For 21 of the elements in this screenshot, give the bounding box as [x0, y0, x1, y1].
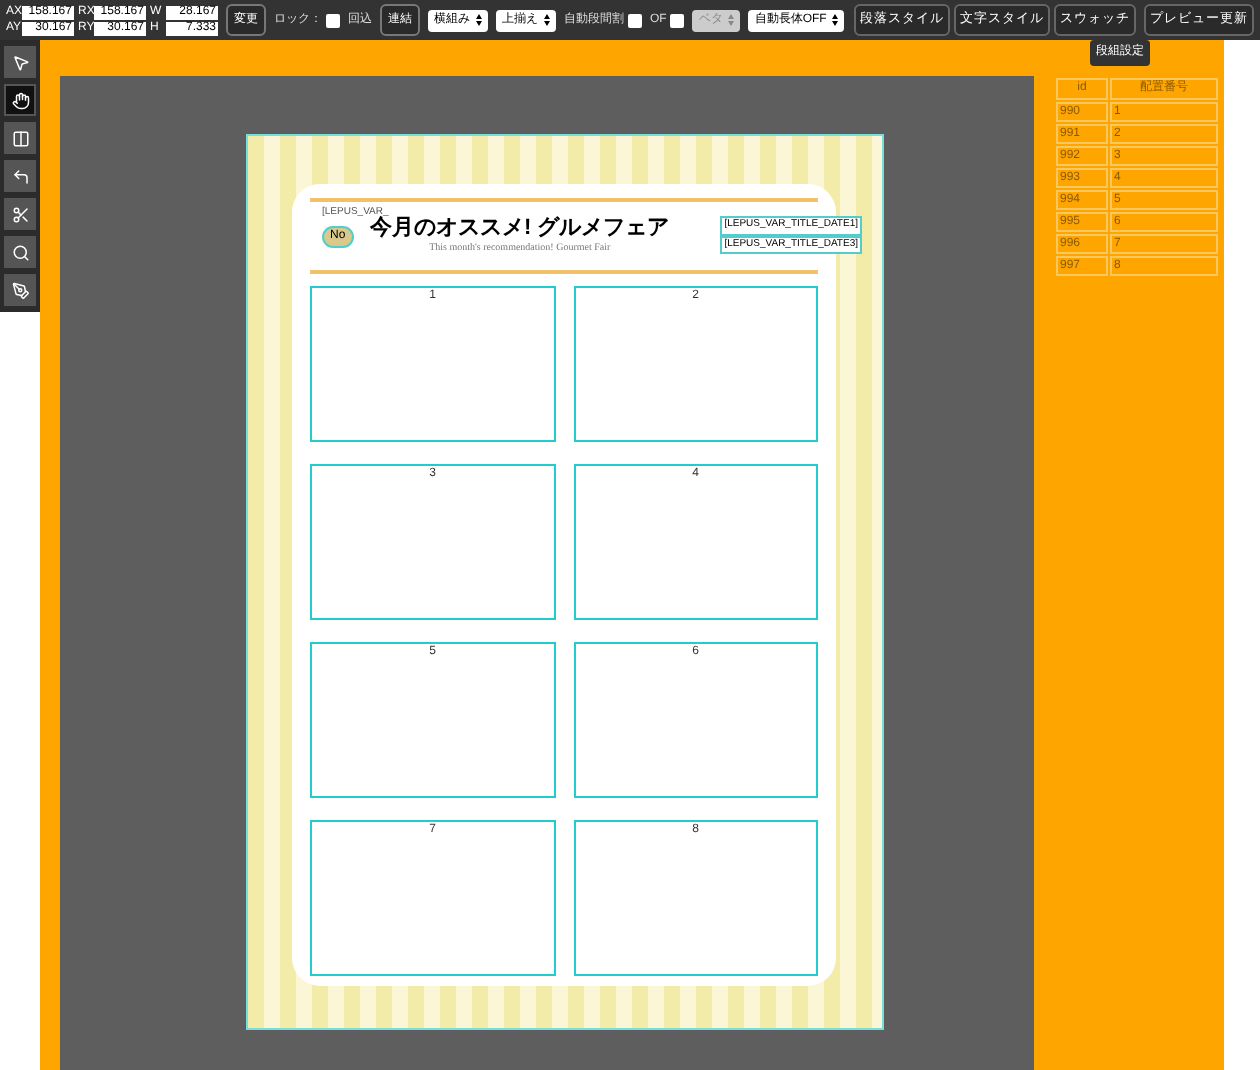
tool-button[interactable]	[4, 46, 36, 78]
checkbox[interactable]	[326, 13, 340, 27]
tool-button[interactable]	[4, 122, 36, 154]
tool-button[interactable]	[4, 160, 36, 192]
checkbox[interactable]	[628, 13, 642, 27]
caret-icon	[728, 14, 735, 26]
caret-icon	[476, 14, 482, 26]
tool-button[interactable]	[4, 84, 36, 116]
tool-button[interactable]	[4, 236, 36, 268]
frame-icon	[11, 129, 29, 147]
pointer-icon	[11, 53, 29, 71]
tool-button[interactable]	[4, 274, 36, 306]
caret-icon	[544, 14, 550, 26]
tool-button[interactable]	[4, 198, 36, 230]
caret-icon	[832, 14, 839, 26]
pen-icon	[11, 281, 29, 299]
checkbox[interactable]	[670, 13, 685, 27]
header-title: 今月のオススメ! グルメフェア	[370, 216, 670, 243]
search-icon	[11, 243, 29, 261]
hand-icon	[11, 91, 29, 109]
scissors-icon	[11, 205, 29, 223]
